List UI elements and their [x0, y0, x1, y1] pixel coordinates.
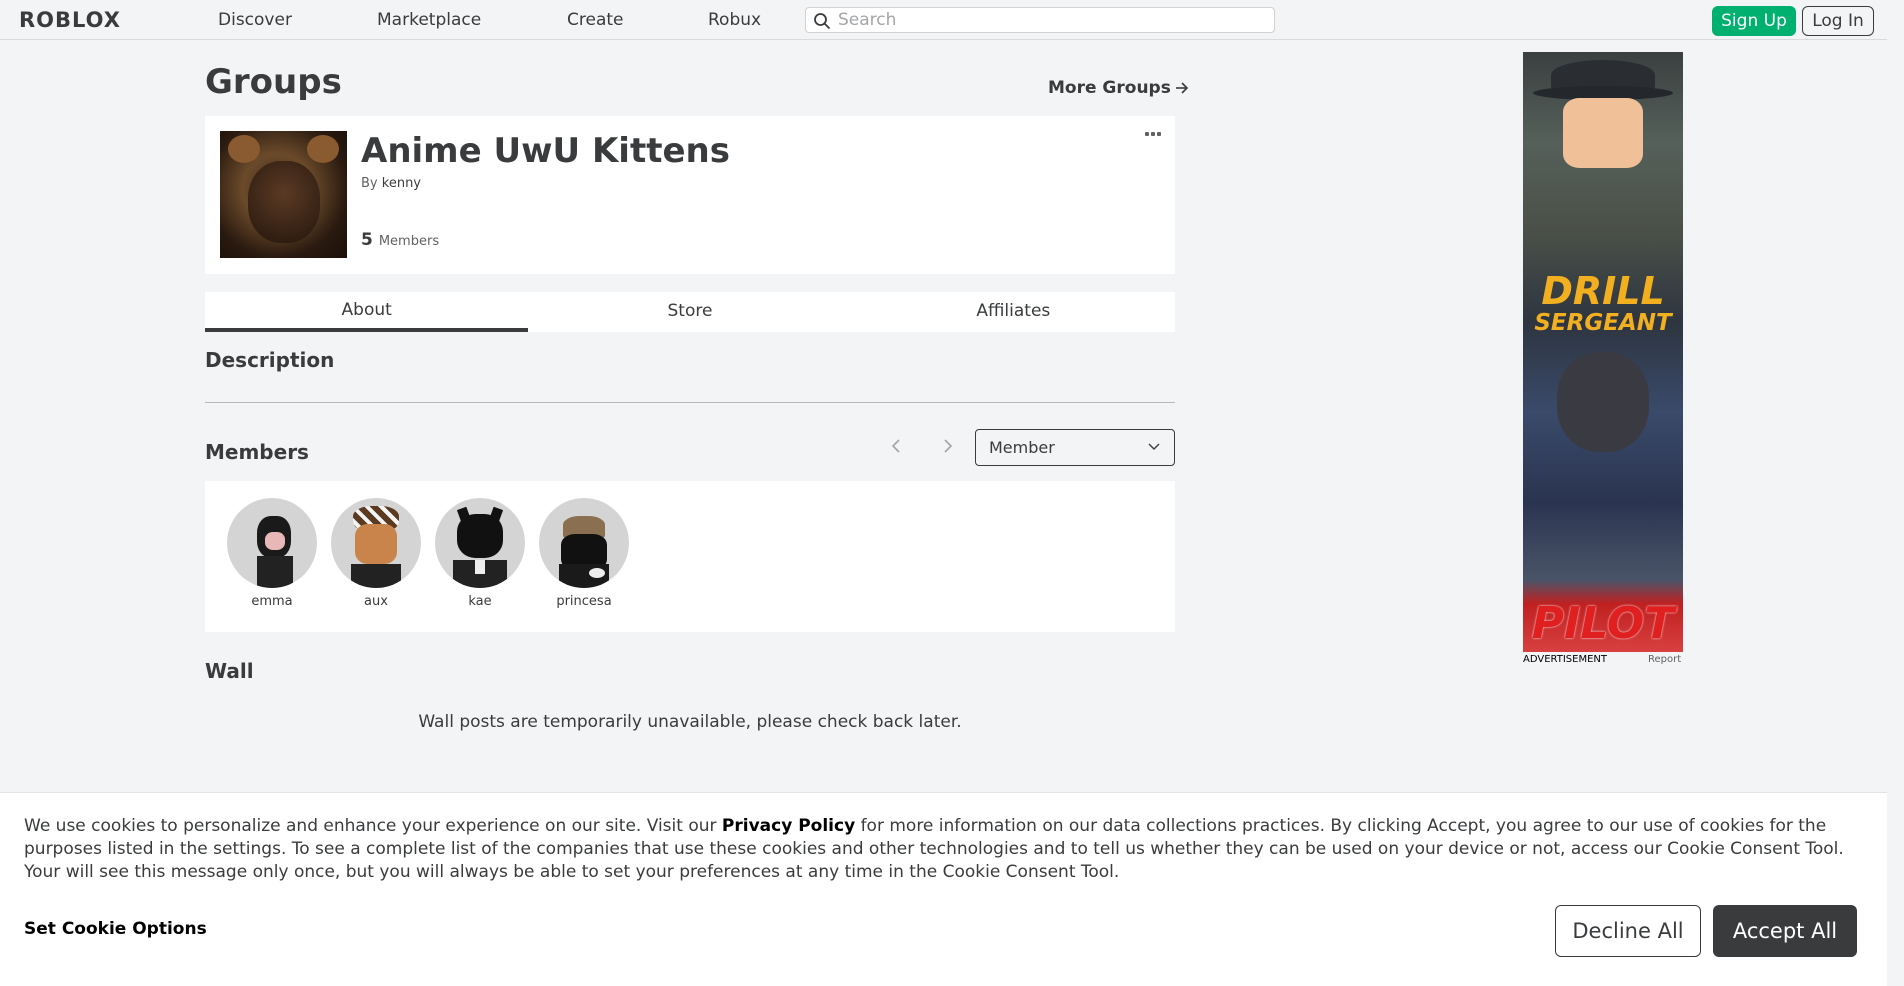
cookie-message: We use cookies to personalize and enhanc… — [24, 815, 1864, 884]
more-groups-link[interactable]: More Groups — [1048, 78, 1189, 98]
nav-discover[interactable]: Discover — [218, 10, 292, 30]
tab-affiliates[interactable]: Affiliates — [852, 292, 1175, 332]
group-header-card: Anime UwU Kittens By kenny 5 Members — [205, 116, 1175, 274]
ad-headline-1: DRILL — [1541, 269, 1665, 313]
avatar — [331, 498, 421, 588]
chevron-down-icon — [1148, 443, 1160, 450]
ad-headline-2: SERGEANT — [1534, 310, 1672, 336]
wall-heading: Wall — [205, 659, 254, 683]
prev-page-button[interactable] — [886, 436, 906, 456]
group-owner-line: By kenny — [361, 176, 421, 191]
member-count-value: 5 — [361, 230, 373, 250]
wall-unavailable-message: Wall posts are temporarily unavailable, … — [418, 712, 962, 732]
group-owner-link[interactable]: kenny — [382, 176, 421, 191]
chevron-right-icon — [944, 439, 953, 453]
nav-robux[interactable]: Robux — [708, 10, 761, 30]
role-dropdown-value: Member — [989, 438, 1055, 457]
arrow-right-icon — [1175, 82, 1188, 94]
log-in-button[interactable]: Log In — [1802, 6, 1874, 36]
search-icon — [814, 13, 831, 30]
ad-report-link[interactable]: Report — [1648, 654, 1681, 665]
privacy-policy-link[interactable]: Privacy Policy — [722, 816, 855, 836]
by-prefix: By — [361, 176, 378, 191]
member-item[interactable]: kae — [435, 498, 525, 609]
group-emblem — [220, 131, 347, 258]
member-item[interactable]: aux — [331, 498, 421, 609]
description-heading: Description — [205, 348, 335, 372]
search-box[interactable] — [805, 7, 1275, 33]
member-item[interactable]: emma — [227, 498, 317, 609]
chevron-left-icon — [891, 439, 900, 453]
group-name: Anime UwU Kittens — [361, 131, 730, 171]
member-count-label: Members — [378, 234, 440, 249]
page-title: Groups — [205, 62, 342, 102]
members-heading: Members — [205, 440, 309, 464]
nav-create[interactable]: Create — [567, 10, 624, 30]
tab-about[interactable]: About — [205, 292, 529, 332]
next-page-button[interactable] — [938, 436, 958, 456]
members-list: emma aux kae princesa — [205, 481, 1175, 632]
set-cookie-options-link[interactable]: Set Cookie Options — [24, 919, 207, 939]
avatar — [435, 498, 525, 588]
ad-label: ADVERTISEMENT — [1523, 654, 1608, 665]
avatar — [227, 498, 317, 588]
top-nav-bar: ROBLOX Discover Marketplace Create Robux… — [0, 0, 1887, 40]
accept-all-button[interactable]: Accept All — [1713, 905, 1857, 957]
decline-all-button[interactable]: Decline All — [1555, 905, 1701, 957]
member-item[interactable]: princesa — [539, 498, 629, 609]
search-input[interactable] — [838, 10, 1268, 30]
group-tabs: About Store Affiliates — [205, 292, 1175, 332]
member-name: aux — [364, 594, 388, 609]
cookie-text-before: We use cookies to personalize and enhanc… — [24, 816, 722, 836]
member-count: 5 Members — [361, 230, 439, 250]
member-name: princesa — [556, 594, 612, 609]
advertisement-banner[interactable]: DRILL SERGEANT PILOT — [1523, 52, 1683, 652]
member-name: kae — [468, 594, 492, 609]
cookie-consent-banner: We use cookies to personalize and enhanc… — [0, 792, 1887, 986]
member-name: emma — [251, 594, 293, 609]
more-options-icon[interactable] — [1145, 132, 1163, 140]
ad-headline-3: PILOT — [1531, 598, 1675, 649]
role-dropdown[interactable]: Member — [975, 429, 1175, 466]
more-groups-label: More Groups — [1048, 78, 1171, 98]
sign-up-button[interactable]: Sign Up — [1712, 6, 1796, 36]
avatar — [539, 498, 629, 588]
roblox-logo[interactable]: ROBLOX — [19, 8, 121, 32]
nav-marketplace[interactable]: Marketplace — [377, 10, 481, 30]
divider — [205, 402, 1175, 403]
tab-store[interactable]: Store — [528, 292, 851, 332]
